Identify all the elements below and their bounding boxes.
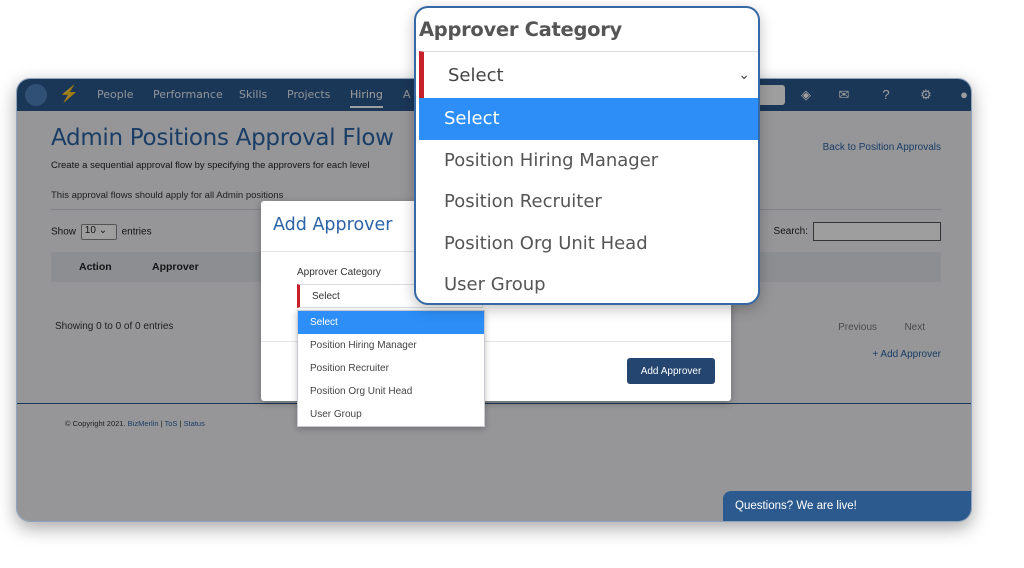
option-position-hiring-manager[interactable]: Position Hiring Manager xyxy=(298,334,484,357)
modal-title: Add Approver xyxy=(273,215,393,235)
option-position-recruiter[interactable]: Position Recruiter xyxy=(298,357,484,380)
live-chat-widget[interactable]: Questions? We are live! xyxy=(723,491,971,521)
zoom-approver-category-label: Approver Category xyxy=(419,18,622,41)
zoom-option-position-org-unit-head[interactable]: Position Org Unit Head xyxy=(419,223,758,265)
option-user-group[interactable]: User Group xyxy=(298,403,484,426)
zoom-callout: Approver Category Select ⌄ Select Positi… xyxy=(414,6,760,305)
zoom-option-position-recruiter[interactable]: Position Recruiter xyxy=(419,181,758,223)
option-position-org-unit-head[interactable]: Position Org Unit Head xyxy=(298,380,484,403)
zoom-selected-value: Select xyxy=(448,65,504,86)
option-select[interactable]: Select xyxy=(298,311,484,334)
chevron-down-icon: ⌄ xyxy=(738,66,750,82)
zoom-approver-category-select[interactable]: Select ⌄ xyxy=(419,51,758,99)
zoom-dropdown-list: Select Position Hiring Manager Position … xyxy=(419,98,758,303)
approver-category-label: Approver Category xyxy=(297,267,381,278)
add-approver-button[interactable]: Add Approver xyxy=(627,358,715,384)
zoom-option-user-group[interactable]: User Group xyxy=(419,264,758,303)
approver-category-dropdown: Select Position Hiring Manager Position … xyxy=(297,310,485,427)
zoom-option-position-hiring-manager[interactable]: Position Hiring Manager xyxy=(419,140,758,182)
zoom-option-select[interactable]: Select xyxy=(419,98,758,140)
